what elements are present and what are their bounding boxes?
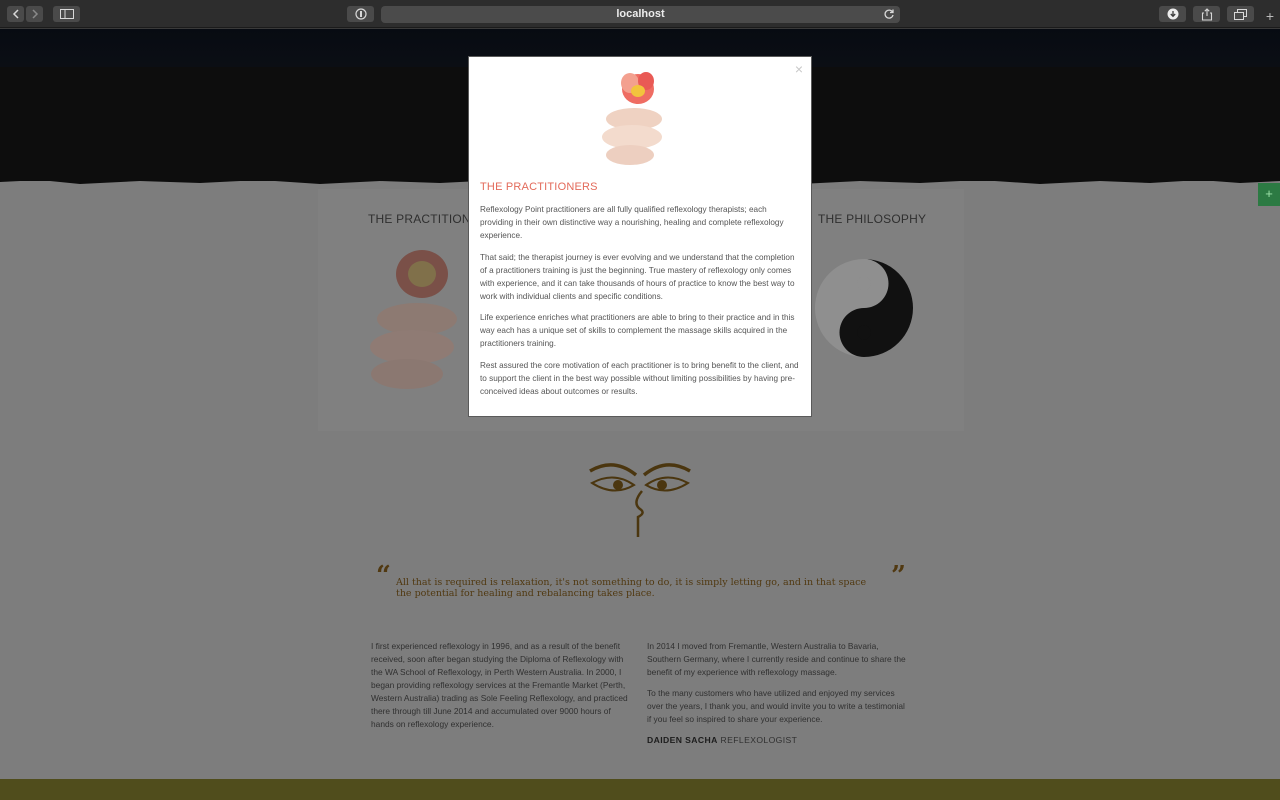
back-button[interactable]: [7, 6, 24, 22]
signature-name: DAIDEN SACHA: [647, 735, 718, 745]
chevron-right-icon: [31, 9, 38, 19]
browser-toolbar: localhost +: [0, 0, 1280, 28]
plus-icon: +: [1265, 186, 1273, 201]
yin-yang-image: [815, 259, 913, 357]
new-tab-button[interactable]: +: [1262, 8, 1278, 26]
share-button[interactable]: [1193, 6, 1220, 22]
chevron-left-icon: [12, 9, 19, 19]
modal-body: Reflexology Point practitioners are all …: [480, 203, 802, 406]
flower-hands-image: [602, 72, 662, 165]
signature-role: REFLEXOLOGIST: [720, 735, 798, 745]
modal-title: THE PRACTITIONERS: [480, 181, 598, 193]
close-icon: ×: [794, 61, 804, 77]
feedback-tab[interactable]: +: [1258, 183, 1280, 206]
url-text: localhost: [616, 8, 665, 20]
reload-icon[interactable]: [883, 8, 895, 20]
sidebar-icon: [59, 9, 74, 19]
modal-paragraph: That said; the therapist journey is ever…: [480, 252, 795, 301]
quote-text: All that is required is relaxation, it's…: [396, 577, 867, 599]
share-icon: [1201, 7, 1212, 21]
bio-paragraph: I first experienced reflexology in 1996,…: [371, 641, 628, 729]
privacy-button[interactable]: [347, 6, 374, 22]
signature: DAIDEN SACHA REFLEXOLOGIST: [647, 735, 797, 745]
download-icon: [1167, 8, 1178, 20]
modal-paragraph: Life experience enriches what practition…: [480, 313, 795, 348]
tabs-button[interactable]: [1227, 6, 1254, 22]
philosophy-heading: THE PHILOSOPHY: [818, 212, 927, 226]
modal-paragraph: Reflexology Point practitioners are all …: [480, 205, 784, 240]
bio-right-column: In 2014 I moved from Fremantle, Western …: [647, 640, 911, 734]
practitioners-modal: × THE PRACTITIONERS Reflexology Point pr…: [468, 56, 812, 417]
quote-block: “ All that is required is relaxation, it…: [376, 563, 906, 599]
buddha-eyes-emblem: [589, 463, 691, 537]
downloads-button[interactable]: [1159, 6, 1186, 22]
plus-icon: +: [1265, 8, 1275, 24]
open-quote-mark: “: [376, 561, 391, 591]
shield-icon: [354, 8, 367, 20]
forward-button[interactable]: [26, 6, 43, 22]
footer-grass-band: [0, 779, 1280, 800]
sidebar-button[interactable]: [53, 6, 80, 22]
bio-left-column: I first experienced reflexology in 1996,…: [371, 640, 635, 739]
modal-paragraph: Rest assured the core motivation of each…: [480, 360, 799, 396]
close-quote-mark: ”: [891, 561, 906, 591]
flower-hands-image: [370, 250, 457, 389]
bio-paragraph: To the many customers who have utilized …: [647, 688, 905, 724]
modal-close-button[interactable]: ×: [792, 62, 806, 76]
bio-paragraph: In 2014 I moved from Fremantle, Western …: [647, 641, 906, 677]
address-bar[interactable]: localhost: [381, 6, 900, 23]
tabs-icon: [1234, 8, 1247, 20]
